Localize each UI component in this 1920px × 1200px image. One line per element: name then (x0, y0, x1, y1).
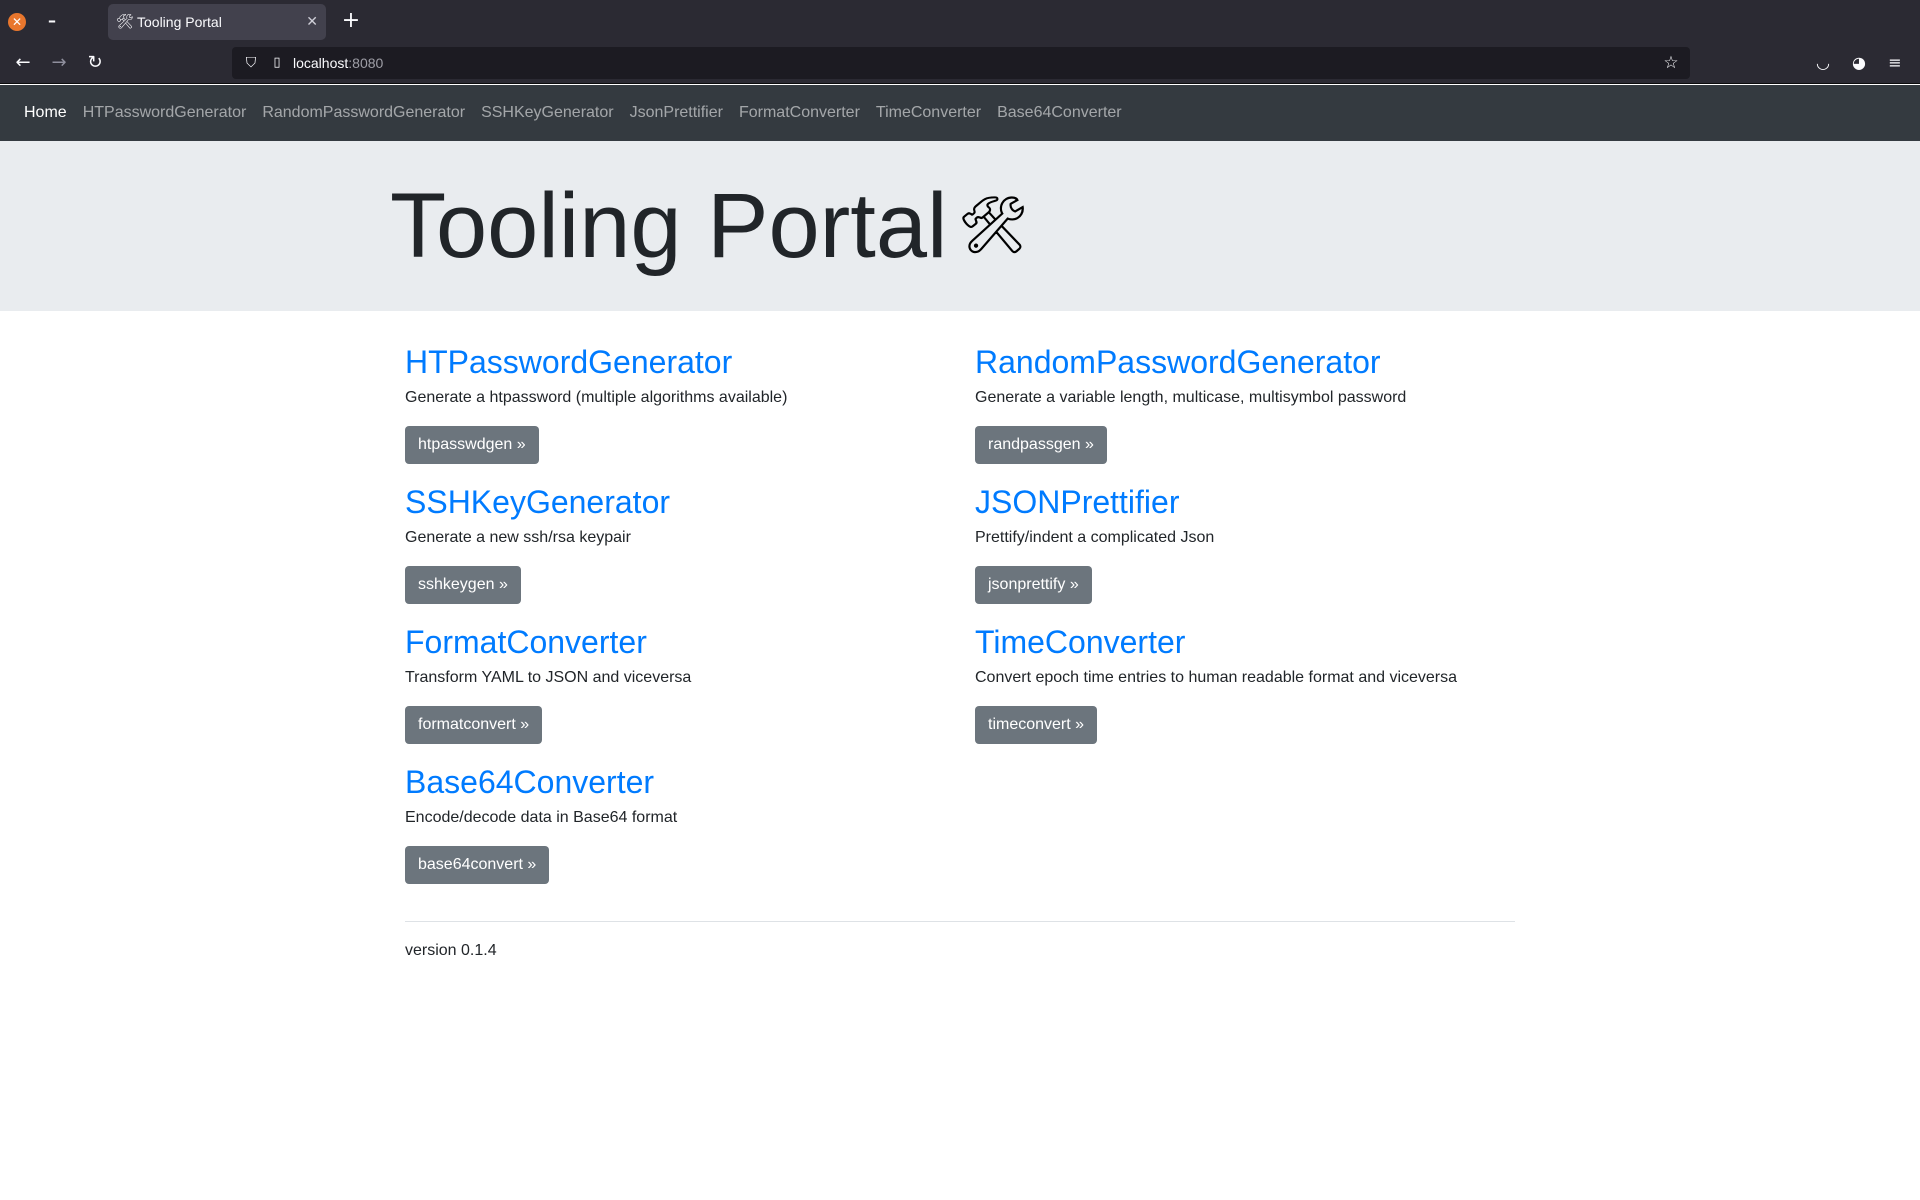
pocket-icon[interactable]: ◡ (1811, 51, 1835, 75)
back-arrow-icon[interactable]: ← (11, 51, 35, 75)
tab-close-icon[interactable]: ✕ (306, 13, 318, 31)
nav-links: Home HTPasswordGenerator RandomPasswordG… (24, 85, 1138, 141)
formatconvert-button[interactable]: formatconvert » (405, 706, 543, 744)
hammer-and-wrench-icon: 🛠 (957, 193, 1029, 258)
nav-item-home[interactable]: Home (24, 101, 67, 125)
url-port: :8080 (348, 55, 384, 71)
tool-description: Generate a variable length, multicase, m… (975, 389, 1407, 406)
url-text[interactable]: localhost:8080 (293, 55, 383, 71)
tool-title[interactable]: TimeConverter (975, 622, 1515, 662)
tool-description: Generate a htpassword (multiple algorith… (405, 389, 788, 406)
nav-item-jsonprettifier[interactable]: JsonPrettifier (630, 101, 723, 125)
nav-item-formatconverter[interactable]: FormatConverter (739, 101, 860, 125)
shield-icon[interactable]: ⛉ (242, 54, 260, 72)
browser-tab[interactable]: 🛠 Tooling Portal ✕ (108, 4, 326, 40)
url-host: localhost (293, 55, 349, 71)
tool-card-formatconverter: FormatConverter Transform YAML to JSON a… (405, 622, 945, 744)
extension-icon[interactable]: ◕ (1847, 51, 1871, 75)
tool-card-sshkeygenerator: SSHKeyGenerator Generate a new ssh/rsa k… (405, 482, 945, 604)
tool-description: Convert epoch time entries to human read… (975, 669, 1458, 686)
browser-tab-bar: ✕ – 🛠 Tooling Portal ✕ + (0, 0, 1920, 43)
nav-item-sshkeygenerator[interactable]: SSHKeyGenerator (481, 101, 614, 125)
tool-title[interactable]: FormatConverter (405, 622, 945, 662)
htpasswdgen-button[interactable]: htpasswdgen » (405, 426, 539, 464)
nav-item-randompasswordgenerator[interactable]: RandomPasswordGenerator (262, 101, 465, 125)
tool-description: Prettify/indent a complicated Json (975, 529, 1215, 546)
tool-description: Generate a new ssh/rsa keypair (405, 529, 631, 546)
tool-card-randompasswordgenerator: RandomPasswordGenerator Generate a varia… (975, 342, 1515, 464)
reload-icon[interactable]: ↻ (83, 51, 107, 75)
tab-title: Tooling Portal (137, 14, 222, 30)
hammer-and-wrench-icon: 🛠 (116, 14, 134, 30)
page-icon: ▯ (273, 55, 281, 70)
window-minimize-icon[interactable]: – (43, 9, 61, 33)
randpassgen-button[interactable]: randpassgen » (975, 426, 1107, 464)
tool-card-htpasswordgenerator: HTPasswordGenerator Generate a htpasswor… (405, 342, 945, 464)
page-title: Tooling Portal 🛠 (390, 171, 1029, 281)
tool-card-base64converter: Base64Converter Encode/decode data in Ba… (405, 762, 945, 884)
tool-title[interactable]: RandomPasswordGenerator (975, 342, 1515, 382)
page-title-text: Tooling Portal (390, 175, 948, 277)
version-text: version 0.1.4 (405, 942, 497, 959)
menu-icon[interactable]: ≡ (1883, 51, 1907, 75)
base64convert-button[interactable]: base64convert » (405, 846, 550, 884)
window-close-icon[interactable]: ✕ (8, 13, 26, 31)
bookmark-star-icon[interactable]: ☆ (1660, 52, 1682, 74)
nav-item-htpasswordgenerator[interactable]: HTPasswordGenerator (83, 101, 247, 125)
url-bar[interactable]: ⛉ ▯ localhost:8080 ☆ (232, 47, 1690, 79)
browser-toolbar: ← → ↻ ⛉ ▯ localhost:8080 ☆ ◡ ◕ ≡ (0, 43, 1920, 84)
jsonprettify-button[interactable]: jsonprettify » (975, 566, 1092, 604)
tool-card-jsonprettifier: JSONPrettifier Prettify/indent a complic… (975, 482, 1515, 604)
tool-description: Encode/decode data in Base64 format (405, 809, 678, 826)
new-tab-icon[interactable]: + (340, 9, 362, 33)
sshkeygen-button[interactable]: sshkeygen » (405, 566, 521, 604)
tool-title[interactable]: Base64Converter (405, 762, 945, 802)
tool-card-timeconverter: TimeConverter Convert epoch time entries… (975, 622, 1515, 744)
nav-item-base64converter[interactable]: Base64Converter (997, 101, 1122, 125)
tool-title[interactable]: JSONPrettifier (975, 482, 1515, 522)
footer-divider (405, 921, 1515, 922)
forward-arrow-icon[interactable]: → (47, 51, 71, 75)
jumbotron: Tooling Portal 🛠 (0, 141, 1920, 311)
tool-title[interactable]: SSHKeyGenerator (405, 482, 945, 522)
timeconvert-button[interactable]: timeconvert » (975, 706, 1098, 744)
nav-item-timeconverter[interactable]: TimeConverter (876, 101, 981, 125)
tool-title[interactable]: HTPasswordGenerator (405, 342, 945, 382)
site-navbar: Home HTPasswordGenerator RandomPasswordG… (0, 85, 1920, 141)
tool-description: Transform YAML to JSON and viceversa (405, 669, 692, 686)
